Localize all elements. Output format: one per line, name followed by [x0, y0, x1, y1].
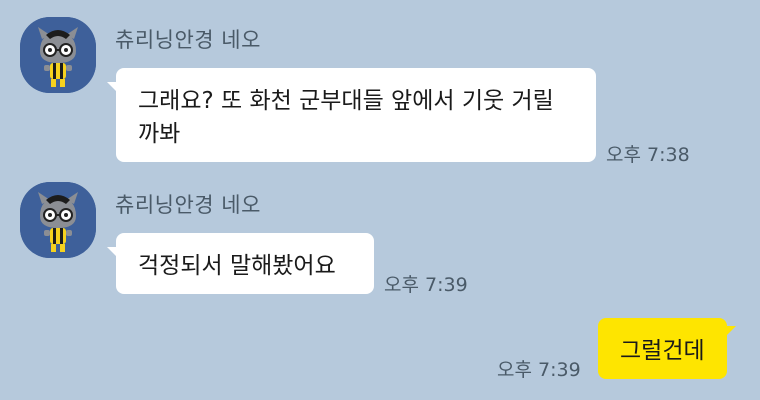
- avatar[interactable]: [20, 17, 96, 93]
- message-time: 오후 7:39: [384, 274, 468, 296]
- sender-name: 츄리닝안경 네오: [115, 193, 261, 217]
- neo-character-avatar-icon: [20, 17, 96, 93]
- message-time: 오후 7:39: [497, 359, 581, 381]
- message-bubble[interactable]: 걱정되서 말해봤어요: [107, 233, 374, 294]
- message-bubble[interactable]: 그래요? 또 화천 군부대들 앞에서 기웃 거릴 까봐: [107, 68, 596, 162]
- chat-area[interactable]: 츄리닝안경 네오 그래요? 또 화천 군부대들 앞에서 기웃 거릴 까봐 오후 …: [0, 0, 760, 400]
- avatar[interactable]: [20, 182, 96, 258]
- message-time: 오후 7:38: [606, 144, 690, 166]
- message-bubble-outgoing[interactable]: 그럴건데: [598, 318, 736, 379]
- neo-character-avatar-icon: [20, 182, 96, 258]
- sender-name: 츄리닝안경 네오: [115, 28, 261, 52]
